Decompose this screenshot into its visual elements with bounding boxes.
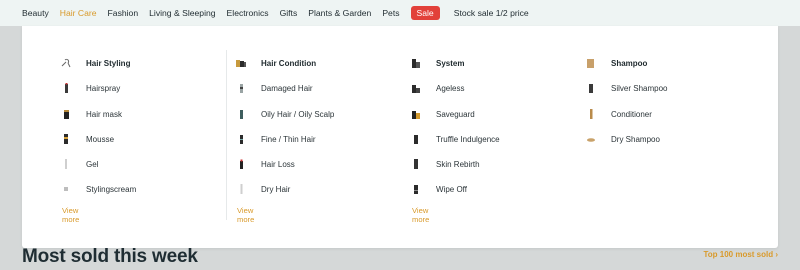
nav-item-stock-sale[interactable]: Stock sale 1/2 price [454,8,529,18]
menu-item-label: Hair mask [86,109,123,119]
sale-badge-button[interactable]: Sale [410,6,440,20]
bottle-icon [410,133,422,145]
menu-item-gel[interactable]: Gel [60,157,98,171]
menu-heading-hair-styling[interactable]: Hair Styling [60,56,130,70]
bottle-icon [235,183,247,195]
bottle-icon [585,82,597,94]
menu-item-label: Hairspray [86,83,121,93]
nav-item-hair-care[interactable]: Hair Care [60,8,97,18]
menu-item-stylingscream[interactable]: Stylingscream [60,182,136,196]
bottle-icon [235,133,247,145]
jar-icon [60,108,72,120]
menu-item-wipe-off[interactable]: Wipe Off [410,182,467,196]
mousse-can-icon [60,133,72,145]
top-100-link[interactable]: Top 100 most sold › [703,250,778,259]
menu-item-dry-shampoo[interactable]: Dry Shampoo [585,132,660,146]
menu-item-silver-shampoo[interactable]: Silver Shampoo [585,81,667,95]
menu-item-conditioner[interactable]: Conditioner [585,107,652,121]
product-pair-icon [410,82,422,94]
mega-menu-panel: Hair Styling Hairspray Hair mask Mousse … [22,26,778,248]
spray-can-icon [60,82,72,94]
nav-item-living-sleeping[interactable]: Living & Sleeping [149,8,215,18]
menu-item-label: Silver Shampoo [611,83,668,93]
menu-heading-system[interactable]: System [410,56,464,70]
menu-item-label: Dry Shampoo [611,134,660,144]
menu-item-label: Hair Loss [261,159,295,169]
menu-item-fine-thin-hair[interactable]: Fine / Thin Hair [235,132,316,146]
hairdryer-icon [60,57,72,69]
view-more-link[interactable]: View more [412,206,429,224]
view-more-link[interactable]: View more [62,206,79,224]
menu-item-label: Wipe Off [436,184,467,194]
top-navigation: Beauty Hair Care Fashion Living & Sleepi… [0,0,800,26]
menu-item-label: Truffle Indulgence [436,134,500,144]
view-more-link[interactable]: View more [237,206,254,224]
section-title: Most sold this week [22,246,198,267]
menu-item-dry-hair[interactable]: Dry Hair [235,182,290,196]
menu-item-label: Ageless [436,83,465,93]
menu-heading-label: Hair Condition [261,58,317,68]
menu-item-label: Skin Rebirth [436,159,480,169]
nav-item-fashion[interactable]: Fashion [108,8,139,18]
nav-item-electronics[interactable]: Electronics [227,8,269,18]
menu-item-oily-hair[interactable]: Oily Hair / Oily Scalp [235,107,334,121]
shampoo-box-icon [585,57,597,69]
menu-heading-shampoo[interactable]: Shampoo [585,56,647,70]
menu-item-label: Saveguard [436,109,475,119]
menu-item-hair-mask[interactable]: Hair mask [60,107,122,121]
menu-item-truffle-indulgence[interactable]: Truffle Indulgence [410,132,500,146]
menu-item-saveguard[interactable]: Saveguard [410,107,475,121]
menu-item-label: Fine / Thin Hair [261,134,316,144]
tube-icon [60,158,72,170]
bottle-icon [585,108,597,120]
powder-icon [585,133,597,145]
menu-heading-label: Hair Styling [86,58,131,68]
bottle-icon [235,158,247,170]
menu-item-ageless[interactable]: Ageless [410,81,464,95]
bottle-icon [235,108,247,120]
menu-heading-label: Shampoo [611,58,648,68]
cream-tube-icon [60,183,72,195]
nav-item-pets[interactable]: Pets [382,8,399,18]
menu-item-label: Dry Hair [261,184,291,194]
menu-item-mousse[interactable]: Mousse [60,132,114,146]
bottle-icon [235,82,247,94]
bottle-icon [410,158,422,170]
menu-heading-label: System [436,58,465,68]
nav-item-gifts[interactable]: Gifts [280,8,298,18]
menu-item-skin-rebirth[interactable]: Skin Rebirth [410,157,480,171]
menu-item-hair-loss[interactable]: Hair Loss [235,157,295,171]
product-pair-icon [410,108,422,120]
menu-item-label: Gel [86,159,99,169]
menu-item-label: Damaged Hair [261,83,313,93]
nav-item-plants-garden[interactable]: Plants & Garden [308,8,371,18]
menu-item-damaged-hair[interactable]: Damaged Hair [235,81,313,95]
menu-item-label: Mousse [86,134,115,144]
product-set-icon [410,57,422,69]
menu-item-label: Stylingscream [86,184,137,194]
nav-item-beauty[interactable]: Beauty [22,8,49,18]
menu-item-label: Conditioner [611,109,652,119]
product-set-icon [235,57,247,69]
menu-item-hairspray[interactable]: Hairspray [60,81,120,95]
menu-item-label: Oily Hair / Oily Scalp [261,109,335,119]
menu-heading-hair-condition[interactable]: Hair Condition [235,56,316,70]
bottle-icon [410,183,422,195]
